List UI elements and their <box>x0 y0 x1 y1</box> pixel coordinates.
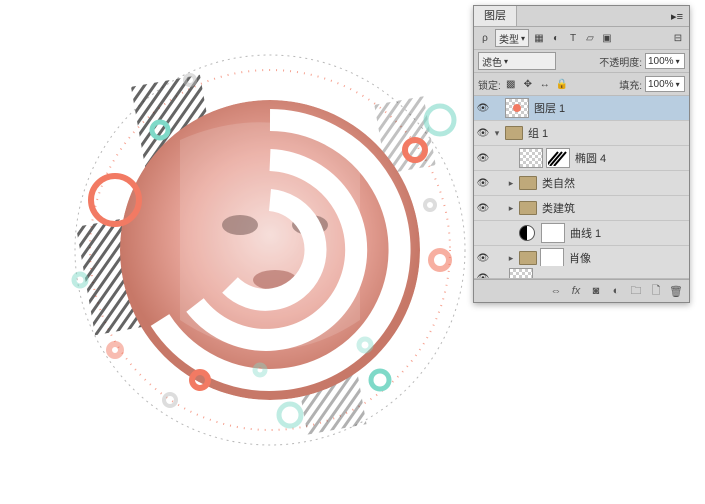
fill-label: 填充: <box>619 77 642 92</box>
lock-pixels-icon[interactable]: ▩ <box>504 77 518 91</box>
visibility-toggle[interactable]: 👁 <box>474 103 492 114</box>
search-icon: ρ <box>478 31 492 45</box>
layer-name[interactable]: 肖像 <box>567 250 689 266</box>
disclosure-triangle[interactable]: ▾ <box>492 128 502 139</box>
layer-filter-row: ρ 类型▾ ▦ ◐ T ▱ ▣ ⊟ <box>474 27 689 50</box>
lock-artboard-icon[interactable]: ↔ <box>538 77 552 91</box>
filter-kind-dropdown[interactable]: 类型▾ <box>495 29 529 47</box>
layer-name[interactable]: 图层 1 <box>532 100 689 116</box>
visibility-toggle[interactable]: 👁 <box>474 203 492 214</box>
filter-smart-icon[interactable]: ▣ <box>600 31 614 45</box>
visibility-toggle[interactable]: 👁 <box>474 253 492 264</box>
folder-icon <box>519 201 537 215</box>
fill-input[interactable]: 100%▾ <box>645 76 685 92</box>
opacity-input[interactable]: 100%▾ <box>645 53 685 69</box>
new-adjustment-icon[interactable]: ◐ <box>609 284 623 298</box>
layer-name[interactable]: 组 1 <box>526 125 689 141</box>
layer-row[interactable]: 👁 图层 1 <box>474 96 689 121</box>
layer-mask-thumb[interactable] <box>540 248 564 266</box>
layer-row[interactable]: 👁 椭圆 4 <box>474 146 689 171</box>
panel-footer: ⇔ fx ◙ ◐ 🗀 🗋 🗑 <box>474 279 689 302</box>
new-layer-icon[interactable]: 🗋 <box>649 284 663 298</box>
lock-all-icon[interactable]: 🔒 <box>555 77 569 91</box>
filter-type-icon[interactable]: T <box>566 31 580 45</box>
filter-adjust-icon[interactable]: ◐ <box>549 31 563 45</box>
opacity-label: 不透明度: <box>599 54 642 69</box>
disclosure-triangle[interactable]: ▸ <box>506 178 516 189</box>
lock-fill-row: 锁定: ▩ ✥ ↔ 🔒 填充: 100%▾ <box>474 73 689 96</box>
link-layers-icon[interactable]: ⇔ <box>549 284 563 298</box>
folder-icon <box>505 126 523 140</box>
layer-fx-icon[interactable]: fx <box>569 284 583 298</box>
new-group-icon[interactable]: 🗀 <box>629 284 643 298</box>
visibility-toggle[interactable]: 👁 <box>474 153 492 164</box>
filter-toggle-switch[interactable]: ⊟ <box>671 31 685 45</box>
layer-thumb[interactable] <box>505 98 529 118</box>
layer-row[interactable]: 👁 ▸ 类自然 <box>474 171 689 196</box>
filter-shape-icon[interactable]: ▱ <box>583 31 597 45</box>
panel-menu-icon[interactable]: ▸≡ <box>665 8 689 25</box>
layer-name[interactable]: 曲线 1 <box>568 225 689 241</box>
visibility-toggle[interactable]: 👁 <box>474 128 492 139</box>
folder-icon <box>519 251 537 265</box>
disclosure-triangle[interactable]: ▸ <box>506 253 516 264</box>
document-canvas[interactable] <box>20 20 480 480</box>
layer-row[interactable]: 👁▾ 组 1 <box>474 121 689 146</box>
lock-label: 锁定: <box>478 77 501 92</box>
layer-mask-thumb[interactable] <box>546 148 570 168</box>
disclosure-triangle[interactable]: ▸ <box>506 203 516 214</box>
layer-row[interactable]: 👁 ▸ 肖像 <box>474 246 689 266</box>
layers-list: 👁图层 1👁▾组 1👁椭圆 4👁▸类自然👁▸类建筑曲线 1👁▸肖像 <box>474 96 689 266</box>
layer-name[interactable]: 类自然 <box>540 175 689 191</box>
layer-thumb[interactable] <box>519 148 543 168</box>
folder-icon <box>519 176 537 190</box>
panel-tab-layers[interactable]: 图层 <box>474 6 517 26</box>
layers-panel: 图层 ▸≡ ρ 类型▾ ▦ ◐ T ▱ ▣ ⊟ 滤色▾ 不透明度: 100%▾ … <box>473 5 690 303</box>
layer-name[interactable]: 类建筑 <box>540 200 689 216</box>
add-mask-icon[interactable]: ◙ <box>589 284 603 298</box>
layer-mask-thumb[interactable] <box>541 223 565 243</box>
visibility-toggle[interactable]: 👁 <box>474 178 492 189</box>
layer-row[interactable]: 👁 ▸ 类建筑 <box>474 196 689 221</box>
blend-opacity-row: 滤色▾ 不透明度: 100%▾ <box>474 50 689 73</box>
layer-name[interactable]: 椭圆 4 <box>573 150 689 166</box>
panel-tab-bar: 图层 ▸≡ <box>474 6 689 27</box>
lock-position-icon[interactable]: ✥ <box>521 77 535 91</box>
adjustment-icon <box>519 225 535 241</box>
filter-pixel-icon[interactable]: ▦ <box>532 31 546 45</box>
layer-row[interactable]: 曲线 1 <box>474 221 689 246</box>
delete-layer-icon[interactable]: 🗑 <box>669 284 683 298</box>
blend-mode-dropdown[interactable]: 滤色▾ <box>478 52 556 70</box>
